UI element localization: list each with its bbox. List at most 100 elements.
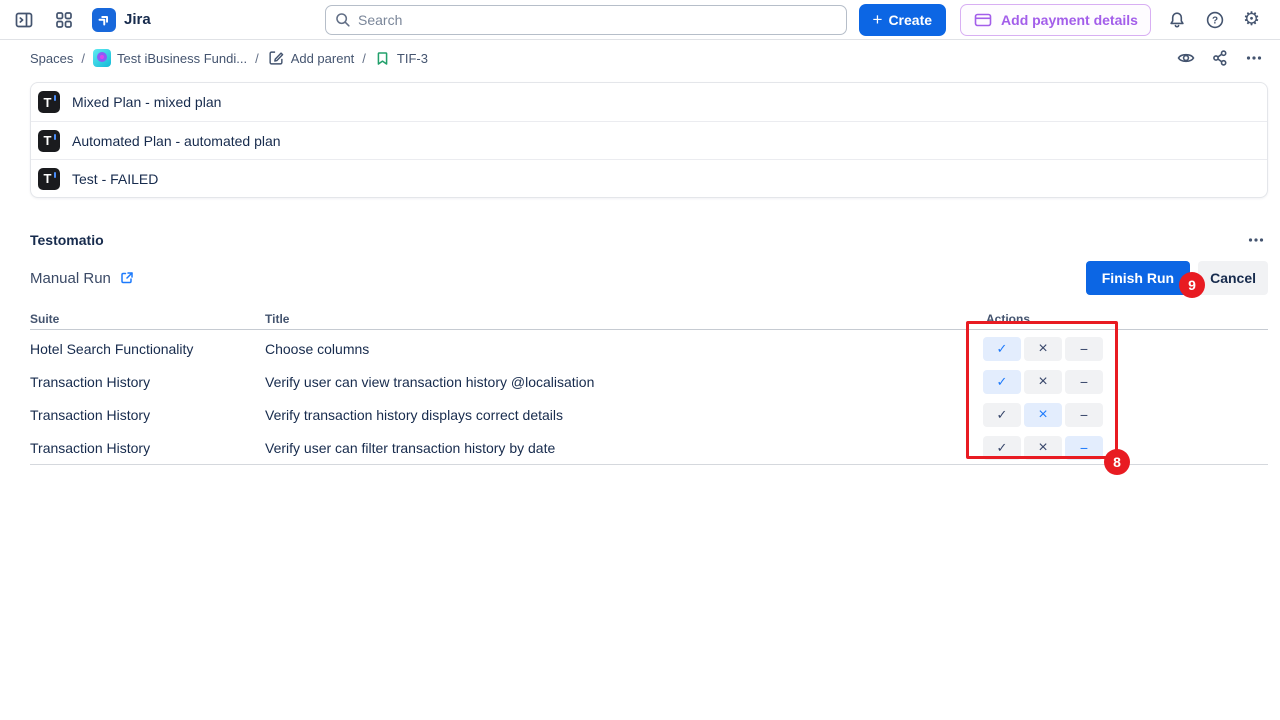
column-header-title: Title [265,312,953,326]
mark-failed-button[interactable]: × [1024,337,1062,361]
suite-cell: Hotel Search Functionality [30,341,265,357]
list-item-label: Automated Plan - automated plan [72,133,281,149]
settings-button[interactable]: ⚙ [1241,8,1262,31]
bookmark-icon [374,50,391,67]
create-button[interactable]: + Create [859,4,947,36]
list-item[interactable]: T Mixed Plan - mixed plan [31,83,1267,121]
top-navigation-bar: Jira + Create Add payment details [0,0,1280,40]
breadcrumb-separator: / [81,51,85,66]
external-link-icon [119,270,135,286]
global-search [325,5,847,35]
jira-logo-icon [92,8,116,32]
mark-skipped-button[interactable]: − [1065,436,1103,460]
actions-cell: ✓ × − [953,370,1268,394]
test-results-table: Suite Title Actions Hotel Search Functio… [30,309,1268,465]
table-row: Hotel Search Functionality Choose column… [30,332,1268,365]
breadcrumb-separator: / [255,51,259,66]
mark-failed-button[interactable]: × [1024,436,1062,460]
test-plan-list: T Mixed Plan - mixed plan T Automated Pl… [30,82,1268,198]
share-button[interactable] [1208,46,1232,70]
watch-button[interactable] [1174,46,1198,70]
bell-icon [1167,10,1187,30]
topbar-right-group: + Create Add payment details [859,4,1269,36]
manual-run-link[interactable]: Manual Run [30,270,135,287]
add-parent-button[interactable]: Add parent [267,49,355,67]
help-button[interactable]: ? [1203,8,1227,32]
breadcrumb-separator: / [362,51,366,66]
panel-title: Testomatio [30,232,104,248]
edit-icon [267,49,285,67]
table-row: Transaction History Verify user can filt… [30,431,1268,464]
share-icon [1210,48,1230,68]
table-header-row: Suite Title Actions [30,309,1268,330]
suite-cell: Transaction History [30,407,265,423]
page-actions [1174,46,1266,70]
collapse-sidebar-button[interactable] [12,8,36,32]
eye-icon [1176,48,1196,68]
mark-skipped-button[interactable]: − [1065,337,1103,361]
title-cell: Verify transaction history displays corr… [265,407,953,423]
list-item[interactable]: T Automated Plan - automated plan [31,121,1267,159]
issue-key-label: TIF-3 [397,51,428,66]
credit-card-icon [973,10,993,30]
actions-cell: ✓ × − [953,403,1268,427]
mark-skipped-button[interactable]: − [1065,370,1103,394]
mark-skipped-button[interactable]: − [1065,403,1103,427]
breadcrumb-issue-link[interactable]: TIF-3 [374,50,428,67]
svg-text:?: ? [1212,15,1218,26]
panel-more-button[interactable] [1244,228,1268,252]
mark-failed-button[interactable]: × [1024,403,1062,427]
app-switcher-button[interactable] [52,8,76,32]
column-header-suite: Suite [30,312,265,326]
title-cell: Choose columns [265,341,953,357]
suite-cell: Transaction History [30,440,265,456]
title-cell: Verify user can view transaction history… [265,374,953,390]
plus-icon: + [873,11,883,28]
add-parent-label: Add parent [291,51,355,66]
table-row: Transaction History Verify transaction h… [30,398,1268,431]
breadcrumb-spaces-link[interactable]: Spaces [30,51,73,66]
column-header-actions: Actions [953,312,1268,326]
more-actions-button[interactable] [1242,46,1266,70]
finish-run-button[interactable]: Finish Run [1086,261,1190,295]
more-horizontal-icon [1246,230,1266,250]
testomatio-panel: Testomatio Manual Run Finish Run Cancel [30,228,1268,465]
suite-cell: Transaction History [30,374,265,390]
app-grid-icon [54,10,74,30]
gear-icon: ⚙ [1243,10,1260,29]
actions-cell: ✓ × − [953,337,1268,361]
search-input[interactable] [325,5,847,35]
list-item[interactable]: T Test - FAILED [31,159,1267,197]
question-mark-icon: ? [1205,10,1225,30]
app-name: Jira [124,11,151,28]
cancel-button[interactable]: Cancel [1198,261,1268,295]
mark-failed-button[interactable]: × [1024,370,1062,394]
jira-home-link[interactable]: Jira [92,8,151,32]
search-icon [334,11,352,29]
topbar-left-group: Jira [12,8,325,32]
list-item-label: Test - FAILED [72,171,158,187]
breadcrumb-space-link[interactable]: Test iBusiness Fundi... [93,49,247,67]
mark-passed-button[interactable]: ✓ [983,436,1021,460]
breadcrumb-spaces-label: Spaces [30,51,73,66]
actions-cell: ✓ × − [953,436,1268,460]
collapse-sidebar-icon [14,10,34,30]
table-row: Transaction History Verify user can view… [30,365,1268,398]
add-payment-label: Add payment details [1001,12,1138,28]
mark-passed-button[interactable]: ✓ [983,403,1021,427]
testomatio-icon: T [38,168,60,190]
add-payment-details-button[interactable]: Add payment details [960,4,1151,36]
breadcrumb: Spaces / Test iBusiness Fundi... / Add p… [0,40,1280,76]
breadcrumb-space-label: Test iBusiness Fundi... [117,51,247,66]
testomatio-icon: T [38,130,60,152]
create-button-label: Create [888,12,932,28]
notifications-button[interactable] [1165,8,1189,32]
list-item-label: Mixed Plan - mixed plan [72,94,221,110]
space-avatar [93,49,111,67]
run-label-text: Manual Run [30,270,111,287]
testomatio-icon: T [38,91,60,113]
title-cell: Verify user can filter transaction histo… [265,440,953,456]
mark-passed-button[interactable]: ✓ [983,370,1021,394]
mark-passed-button[interactable]: ✓ [983,337,1021,361]
more-horizontal-icon [1244,48,1264,68]
